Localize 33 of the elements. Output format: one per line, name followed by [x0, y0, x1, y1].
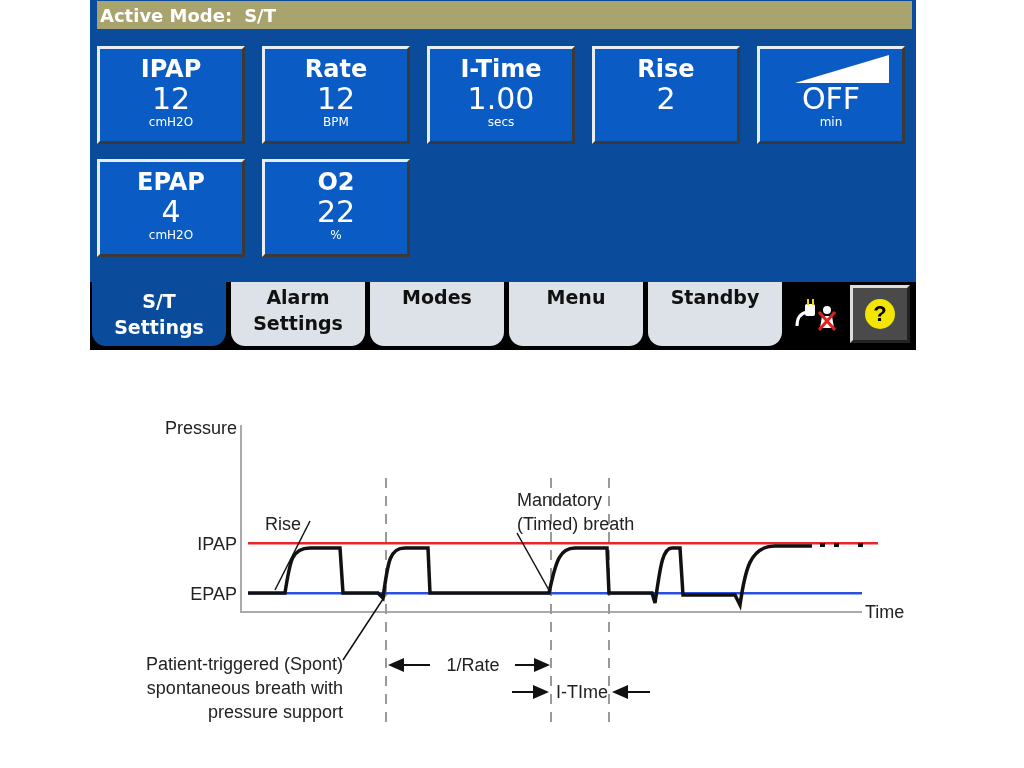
- ramp-tile[interactable]: OFF min: [757, 46, 905, 144]
- annotation-text: Patient-triggered (Spont) spontaneous breath with pressure support: [145, 654, 343, 722]
- setting-tile[interactable]: Rise 2: [592, 46, 740, 144]
- continuation-dots: [820, 543, 863, 547]
- tab[interactable]: Menu: [509, 282, 643, 346]
- leader-line: [516, 532, 551, 593]
- level-label: IPAP: [197, 534, 237, 554]
- tab[interactable]: S/T Settings: [92, 282, 226, 346]
- annotation-text: Mandatory (Timed) breath: [517, 490, 635, 534]
- setting-tile[interactable]: IPAP 12 cmH2O: [97, 46, 245, 144]
- axis-label: Pressure: [164, 418, 237, 438]
- tab[interactable]: Standby: [648, 282, 782, 346]
- help-button[interactable]: ?: [850, 285, 910, 343]
- setting-tile[interactable]: I-Time 1.00 secs: [427, 46, 575, 144]
- dimension-arrow: [511, 685, 549, 699]
- tab[interactable]: Modes: [370, 282, 504, 346]
- annotation-text: Rise: [265, 514, 301, 534]
- axis-label: Time: [865, 602, 905, 622]
- level-label: EPAP: [190, 584, 237, 604]
- mode-value: S/T: [244, 4, 276, 26]
- setting-tile[interactable]: Rate 12 BPM: [262, 46, 410, 144]
- dimension-arrow: [612, 685, 651, 699]
- leader-line: [342, 595, 386, 661]
- setting-tile[interactable]: O2 22 %: [262, 159, 410, 257]
- plug-status-icon: [793, 296, 837, 332]
- mode-label: Active Mode:: [100, 4, 233, 26]
- interval-label: 1/Rate: [446, 655, 500, 675]
- ramp-icon: [795, 55, 889, 83]
- dimension-arrow: [514, 658, 550, 672]
- dimension-arrow: [388, 658, 431, 672]
- interval-label: I-TIme: [556, 682, 608, 702]
- setting-tile[interactable]: EPAP 4 cmH2O: [97, 159, 245, 257]
- tab[interactable]: Alarm Settings: [231, 282, 365, 346]
